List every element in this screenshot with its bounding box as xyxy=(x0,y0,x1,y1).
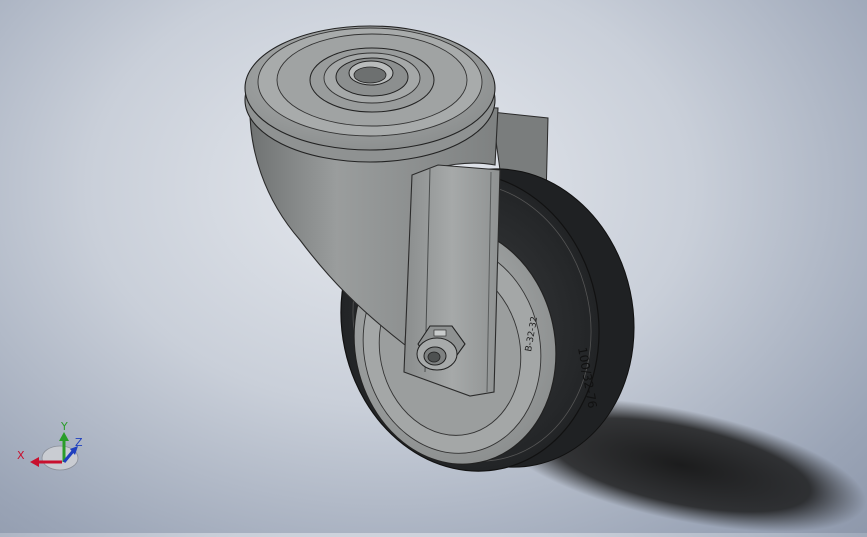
model-canvas[interactable]: 100/32-76 B-32-32 X Y Z xyxy=(0,0,867,533)
x-axis-head-icon xyxy=(30,457,39,467)
bolt-hole-depth xyxy=(353,66,387,84)
coordinate-triad[interactable]: X Y Z xyxy=(17,420,83,471)
axle-nut-slot xyxy=(433,329,447,337)
y-axis-label: Y xyxy=(60,420,68,433)
z-axis-label: Z xyxy=(75,436,83,449)
y-axis-head-icon xyxy=(59,432,69,441)
graphics-viewport[interactable]: 100/32-76 B-32-32 X Y Z xyxy=(0,0,867,533)
x-axis-label: X xyxy=(17,449,25,462)
top-plate xyxy=(244,25,496,163)
axle-bolt-hole xyxy=(427,351,441,363)
